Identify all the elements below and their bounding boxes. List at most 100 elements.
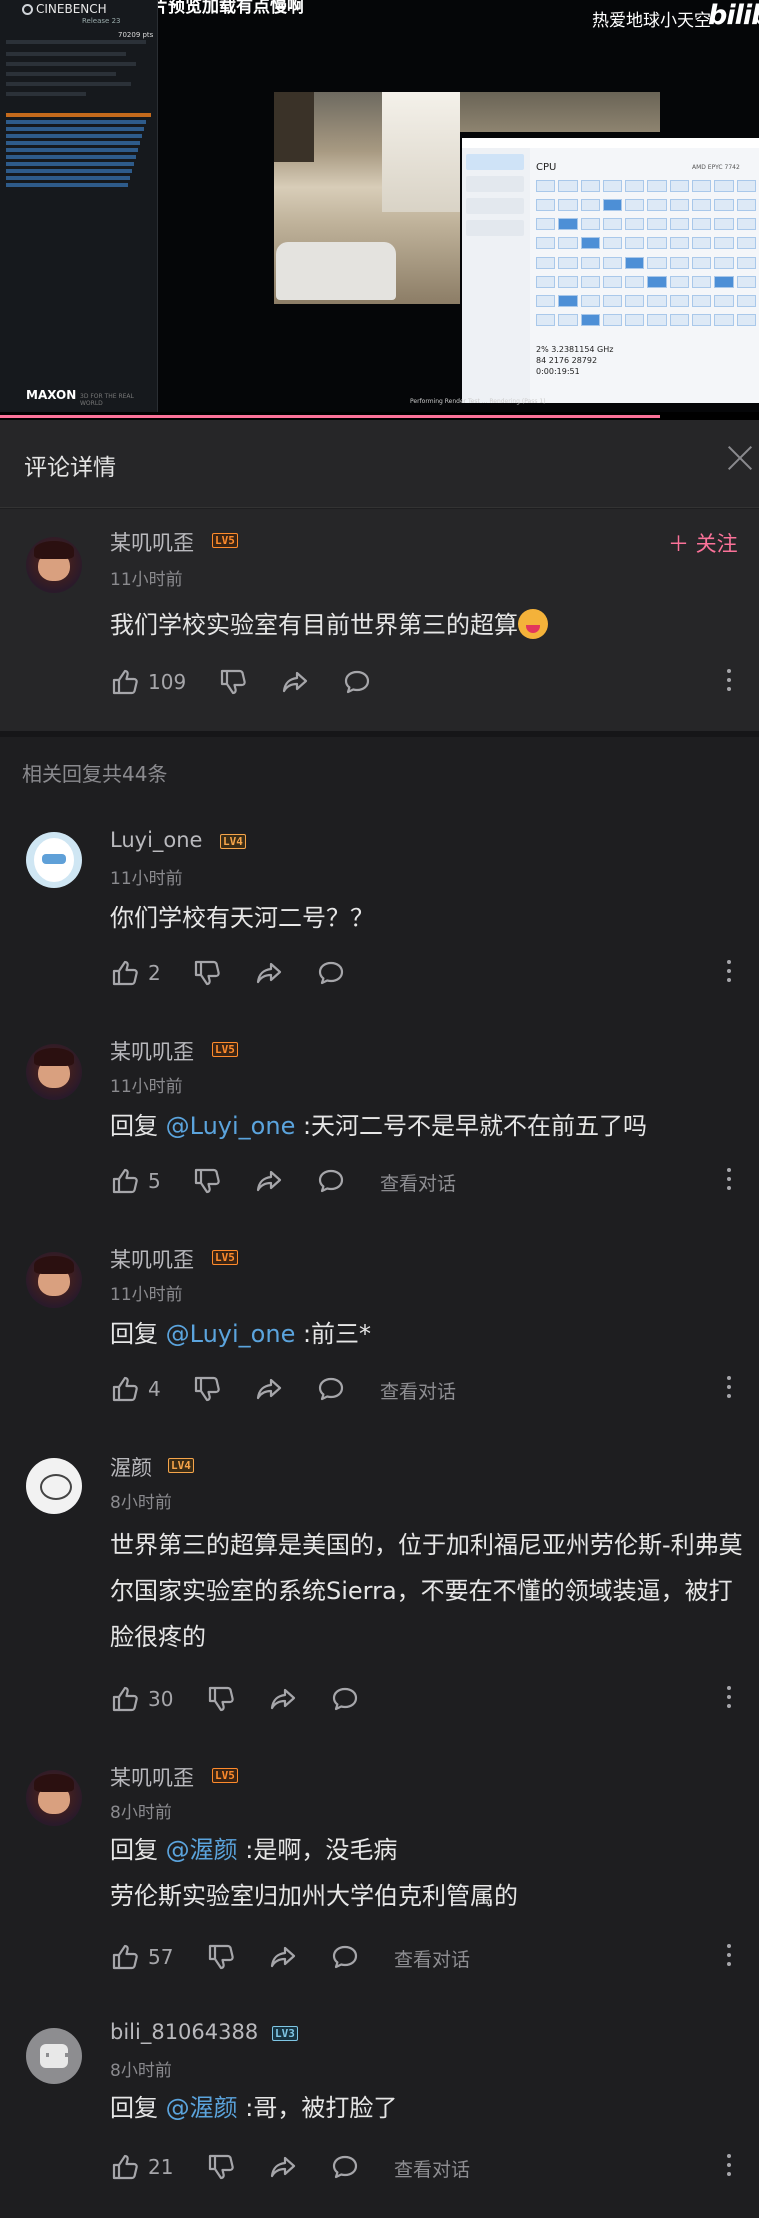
- like-icon[interactable]: [110, 2152, 140, 2182]
- reply-icon[interactable]: [316, 1166, 346, 1196]
- render-status-caption: Performing Render Test ... Rendering (Pa…: [410, 398, 546, 405]
- share-icon[interactable]: [254, 958, 284, 988]
- dislike-icon[interactable]: [206, 1942, 236, 1972]
- reply-icon[interactable]: [316, 958, 346, 988]
- cpu-core-cell: [536, 294, 556, 307]
- share-icon[interactable]: [254, 1374, 284, 1404]
- more-menu-icon[interactable]: [726, 1686, 732, 1712]
- cinebench-row: [6, 62, 136, 66]
- cinebench-row: [6, 162, 134, 166]
- view-conversation-link[interactable]: 查看对话: [394, 2155, 470, 2182]
- avatar[interactable]: [26, 832, 82, 888]
- cpu-core-cell: [692, 218, 712, 231]
- comment-body: :是啊，没毛病: [237, 1836, 398, 1864]
- comment-time: 8小时前: [110, 1803, 172, 1823]
- like-icon[interactable]: [110, 958, 140, 988]
- more-menu-icon[interactable]: [726, 1944, 732, 1970]
- username[interactable]: Luyi_one: [110, 828, 202, 852]
- comment-detail-header: 评论详情: [0, 420, 759, 508]
- mention-link[interactable]: @Luyi_one: [166, 1112, 296, 1140]
- share-icon[interactable]: [268, 1684, 298, 1714]
- level-badge: LV5: [212, 1042, 238, 1057]
- avatar[interactable]: [26, 537, 82, 593]
- share-icon[interactable]: [280, 667, 310, 697]
- task-manager-window: CPU AMD EPYC 7742 2% 3.2381154 GHz 84 21…: [462, 138, 759, 403]
- cinebench-row: [6, 92, 86, 96]
- cpu-core-cell: [736, 256, 756, 269]
- dislike-icon[interactable]: [192, 958, 222, 988]
- dislike-icon[interactable]: [192, 1374, 222, 1404]
- username[interactable]: 某叽叽歪: [110, 527, 194, 557]
- level-badge: LV5: [212, 1768, 238, 1783]
- avatar[interactable]: [26, 2028, 82, 2084]
- reply-icon[interactable]: [316, 1374, 346, 1404]
- cpu-core-cell: [558, 218, 578, 231]
- reply-icon[interactable]: [330, 1942, 360, 1972]
- cpu-core-cell: [692, 180, 712, 192]
- username[interactable]: 渥颜: [110, 1452, 152, 1482]
- more-menu-icon[interactable]: [726, 669, 732, 695]
- more-menu-icon[interactable]: [726, 1376, 732, 1402]
- dislike-icon[interactable]: [218, 667, 248, 697]
- cinebench-row: [6, 127, 144, 131]
- cpu-core-cell: [714, 275, 734, 288]
- cpu-core-cell: [580, 218, 600, 231]
- view-conversation-link[interactable]: 查看对话: [380, 1169, 456, 1196]
- comment-text: 回复 @Luyi_one :天河二号不是早就不在前五了吗: [110, 1108, 750, 1144]
- like-icon[interactable]: [110, 667, 140, 697]
- share-icon[interactable]: [254, 1166, 284, 1196]
- username[interactable]: 某叽叽歪: [110, 1762, 194, 1792]
- username[interactable]: 某叽叽歪: [110, 1036, 194, 1066]
- cpu-core-cell: [580, 199, 600, 212]
- mention-link[interactable]: @Luyi_one: [166, 1320, 296, 1348]
- username[interactable]: 某叽叽歪: [110, 1244, 194, 1274]
- cpu-core-cell: [669, 294, 690, 307]
- emoji-icon: [518, 609, 548, 639]
- cinebench-row: [6, 120, 146, 124]
- username[interactable]: bili_81064388: [110, 2020, 258, 2044]
- close-icon[interactable]: [724, 442, 756, 474]
- reply-icon[interactable]: [330, 2152, 360, 2182]
- view-conversation-link[interactable]: 查看对话: [380, 1377, 456, 1404]
- like-count: 21: [148, 2155, 174, 2179]
- level-badge: LV3: [272, 2026, 298, 2041]
- comment-body: 你们学校有天河二号？？: [110, 904, 374, 932]
- share-icon[interactable]: [268, 1942, 298, 1972]
- dislike-icon[interactable]: [206, 1684, 236, 1714]
- reply-icon[interactable]: [342, 667, 372, 697]
- more-menu-icon[interactable]: [726, 2154, 732, 2180]
- more-menu-icon[interactable]: [726, 1168, 732, 1194]
- like-icon[interactable]: [110, 1166, 140, 1196]
- comment-actions: 57 查看对话: [110, 1942, 750, 1974]
- mention-link[interactable]: @渥颜: [166, 2094, 238, 2122]
- avatar[interactable]: [26, 1770, 82, 1826]
- reply-icon[interactable]: [330, 1684, 360, 1714]
- avatar[interactable]: [26, 1044, 82, 1100]
- comment-text: 你们学校有天河二号？？: [110, 900, 750, 936]
- like-count: 2: [148, 961, 161, 985]
- cinebench-row: [6, 155, 136, 159]
- cpu-core-cell: [714, 313, 734, 326]
- video-progress-track[interactable]: [0, 412, 759, 420]
- like-icon[interactable]: [110, 1374, 140, 1404]
- share-icon[interactable]: [268, 2152, 298, 2182]
- cinebench-row-highlight: [6, 113, 151, 117]
- like-icon[interactable]: [110, 1942, 140, 1972]
- cpu-core-cell: [647, 218, 667, 231]
- comment-actions: 30: [110, 1684, 750, 1716]
- cinebench-panel: CINEBENCH Release 23 70209 pts MAXON 3D …: [0, 0, 158, 412]
- cinebench-row: [6, 82, 131, 86]
- cpu-core-cell: [669, 237, 690, 250]
- mention-link[interactable]: @渥颜: [166, 1836, 238, 1864]
- more-menu-icon[interactable]: [726, 960, 732, 986]
- comment-body: 劳伦斯实验室归加州大学伯克利管属的: [110, 1882, 518, 1910]
- view-conversation-link[interactable]: 查看对话: [394, 1945, 470, 1972]
- uploader-watermark: 热爱地球小天空: [592, 11, 711, 31]
- dislike-icon[interactable]: [192, 1166, 222, 1196]
- dislike-icon[interactable]: [206, 2152, 236, 2182]
- avatar[interactable]: [26, 1252, 82, 1308]
- avatar[interactable]: [26, 1458, 82, 1514]
- like-icon[interactable]: [110, 1684, 140, 1714]
- cpu-core-cell: [714, 218, 734, 231]
- video-player[interactable]: 所选图片预览加载有点慢啊 热爱地球小天空 bilibili CINEBENCH …: [0, 0, 759, 412]
